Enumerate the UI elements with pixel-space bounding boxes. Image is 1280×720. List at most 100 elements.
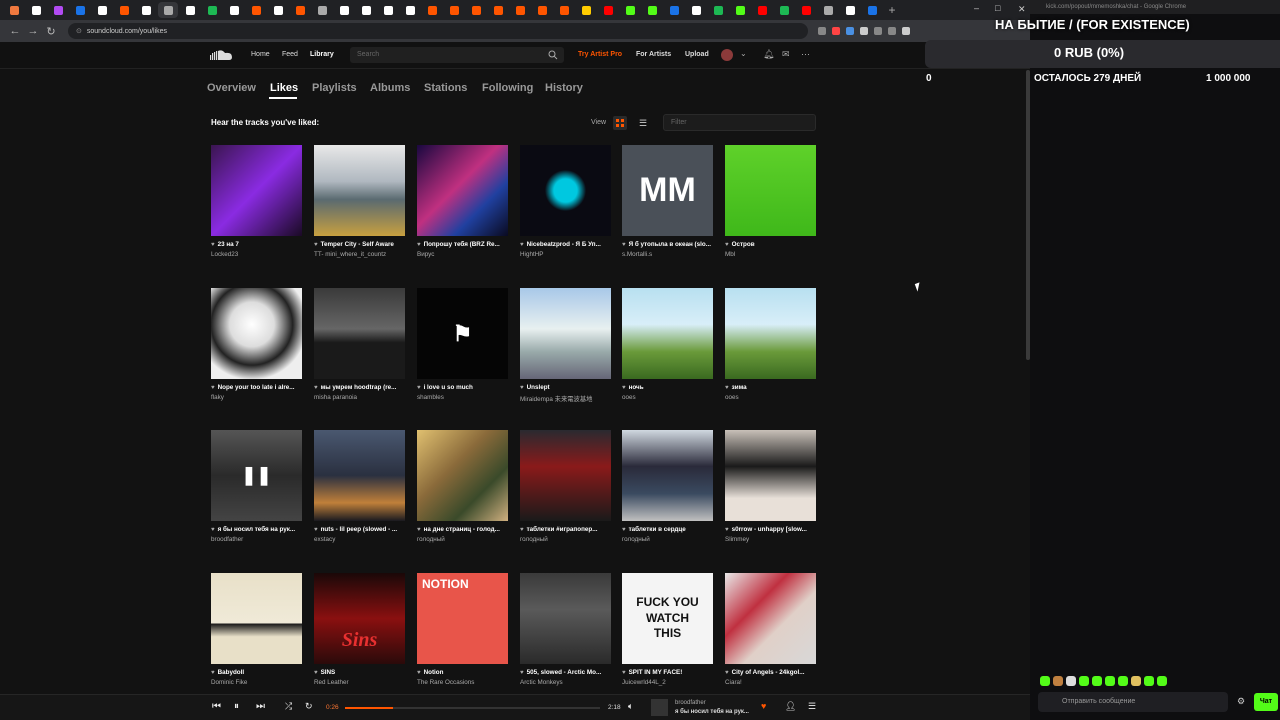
- browser-tab[interactable]: [730, 2, 750, 18]
- track-title[interactable]: ♥ Unslept: [520, 384, 611, 391]
- browser-tab[interactable]: [114, 2, 134, 18]
- like-icon[interactable]: ♥: [761, 701, 766, 711]
- volume-icon[interactable]: 🔈︎: [628, 701, 633, 712]
- track-title[interactable]: ♥ Temper City - Self Aware: [314, 241, 405, 248]
- track-title[interactable]: ♥ Попрошу тебя (BRZ Re...: [417, 241, 508, 248]
- track-title[interactable]: ♥ таблетки #играпопер...: [520, 526, 611, 533]
- track-artwork[interactable]: [520, 573, 611, 664]
- browser-tab[interactable]: [70, 2, 90, 18]
- track-artist[interactable]: Ciara!: [725, 679, 816, 686]
- track-artist[interactable]: exstacy: [314, 536, 405, 543]
- emote-icon[interactable]: [1092, 676, 1102, 686]
- track-title[interactable]: ♥ s0rrow - unhappy [slow...: [725, 526, 816, 533]
- maximize-icon[interactable]: □: [995, 3, 1000, 13]
- browser-tab[interactable]: [620, 2, 640, 18]
- track-artwork[interactable]: [622, 288, 713, 379]
- track-artist[interactable]: ooes: [622, 394, 713, 401]
- track-artwork[interactable]: [725, 288, 816, 379]
- track-title[interactable]: ♥ зима: [725, 384, 816, 391]
- track-card[interactable]: ♥ City of Angels - 24kgol... Ciara!: [725, 573, 816, 686]
- track-card[interactable]: ♥ таблетки в сердце голодный: [622, 430, 713, 543]
- browser-tab[interactable]: [158, 2, 178, 18]
- emote-icon[interactable]: [1144, 676, 1154, 686]
- browser-tab[interactable]: [708, 2, 728, 18]
- extension-icon[interactable]: [818, 27, 826, 35]
- track-title[interactable]: ♥ i love u so much: [417, 384, 508, 391]
- reload-icon[interactable]: ↻: [42, 25, 60, 38]
- track-artist[interactable]: The Rare Occasions: [417, 679, 508, 686]
- track-artist[interactable]: Вирус: [417, 251, 508, 258]
- track-card[interactable]: ♥ зима ooes: [725, 288, 816, 401]
- tab-playlists[interactable]: Playlists: [312, 82, 357, 94]
- browser-tab[interactable]: [818, 2, 838, 18]
- track-artwork[interactable]: [725, 430, 816, 521]
- now-playing-artwork[interactable]: [651, 699, 668, 716]
- track-card[interactable]: Sins ♥ SINS Red Leather: [314, 573, 405, 686]
- emote-icon[interactable]: [1118, 676, 1128, 686]
- browser-tab[interactable]: [400, 2, 420, 18]
- track-artist[interactable]: Red Leather: [314, 679, 405, 686]
- track-title[interactable]: ♥ SINS: [314, 669, 405, 676]
- track-card[interactable]: ♥ Nope your too late i alre... flaky: [211, 288, 302, 401]
- track-artwork[interactable]: NOTION: [417, 573, 508, 664]
- shuffle-icon[interactable]: ⤮: [285, 701, 292, 712]
- track-artist[interactable]: голодный: [622, 536, 713, 543]
- browser-tab[interactable]: [444, 2, 464, 18]
- browser-tab[interactable]: [4, 2, 24, 18]
- track-artwork[interactable]: Sins: [314, 573, 405, 664]
- upload-link[interactable]: Upload: [685, 51, 709, 58]
- track-card[interactable]: ♥ 23 на 7 Locked23: [211, 145, 302, 258]
- new-tab-button[interactable]: +: [884, 3, 900, 17]
- browser-tab[interactable]: [796, 2, 816, 18]
- track-artist[interactable]: Slimmey: [725, 536, 816, 543]
- extension-icon[interactable]: [846, 27, 854, 35]
- track-artist[interactable]: Arctic Monkeys: [520, 679, 611, 686]
- browser-tab[interactable]: [840, 2, 860, 18]
- track-artwork[interactable]: [417, 145, 508, 236]
- mail-icon[interactable]: ✉: [782, 49, 790, 60]
- emote-icon[interactable]: [1157, 676, 1167, 686]
- track-artist[interactable]: Miraidempa 未来電波基地: [520, 394, 611, 403]
- emote-icon[interactable]: [1105, 676, 1115, 686]
- track-artwork[interactable]: FUCK YOU WATCH THIS: [622, 573, 713, 664]
- forward-icon[interactable]: →: [24, 25, 42, 37]
- track-card[interactable]: FUCK YOU WATCH THIS ♥ SPIT IN MY FACE! Juic…: [622, 573, 713, 686]
- emote-icon[interactable]: [1079, 676, 1089, 686]
- track-artist[interactable]: HightHP: [520, 251, 611, 258]
- gear-icon[interactable]: ⚙: [1237, 696, 1245, 707]
- track-title[interactable]: ♥ ночь: [622, 384, 713, 391]
- extension-icon[interactable]: [874, 27, 882, 35]
- browser-tab[interactable]: [180, 2, 200, 18]
- tab-history[interactable]: History: [545, 82, 583, 94]
- browser-tab[interactable]: [510, 2, 530, 18]
- track-title[interactable]: ♥ таблетки в сердце: [622, 526, 713, 533]
- track-card[interactable]: ♥ Temper City - Self Aware TT- mini_where_…: [314, 145, 405, 258]
- try-artist-pro-link[interactable]: Try Artist Pro: [578, 51, 622, 58]
- track-artist[interactable]: ooes: [725, 394, 816, 401]
- track-title[interactable]: ♥ Nope your too late i alre...: [211, 384, 302, 391]
- browser-tab[interactable]: [48, 2, 68, 18]
- now-playing-artist[interactable]: broodfather: [675, 700, 706, 706]
- track-artwork[interactable]: [417, 430, 508, 521]
- track-artwork[interactable]: [211, 573, 302, 664]
- track-card[interactable]: ♥ nuts - lil peep (slowed - ... exstacy: [314, 430, 405, 543]
- browser-tab[interactable]: [774, 2, 794, 18]
- browser-tab[interactable]: [488, 2, 508, 18]
- back-icon[interactable]: ←: [6, 25, 24, 37]
- track-card[interactable]: ♥ на дне страниц - голод... голодный: [417, 430, 508, 543]
- nav-feed[interactable]: Feed: [282, 51, 298, 58]
- track-card[interactable]: ⚑ ♥ i love u so much shambles: [417, 288, 508, 401]
- extension-icon[interactable]: [888, 27, 896, 35]
- browser-tab[interactable]: [290, 2, 310, 18]
- browser-tab[interactable]: [598, 2, 618, 18]
- queue-icon[interactable]: ☰: [808, 701, 816, 712]
- chat-message-input[interactable]: Отправить сообщение: [1038, 692, 1228, 712]
- browser-tab[interactable]: [862, 2, 882, 18]
- chevron-down-icon[interactable]: ⌄: [740, 49, 747, 58]
- track-title[interactable]: ♥ Nicebeatzprod - Я Б Уп...: [520, 241, 611, 248]
- track-artist[interactable]: Locked23: [211, 251, 302, 258]
- track-title[interactable]: ♥ я бы носил тебя на рук...: [211, 526, 302, 533]
- track-title[interactable]: ♥ SPIT IN MY FACE!: [622, 669, 713, 676]
- track-title[interactable]: ♥ 23 на 7: [211, 241, 302, 248]
- browser-tab[interactable]: [246, 2, 266, 18]
